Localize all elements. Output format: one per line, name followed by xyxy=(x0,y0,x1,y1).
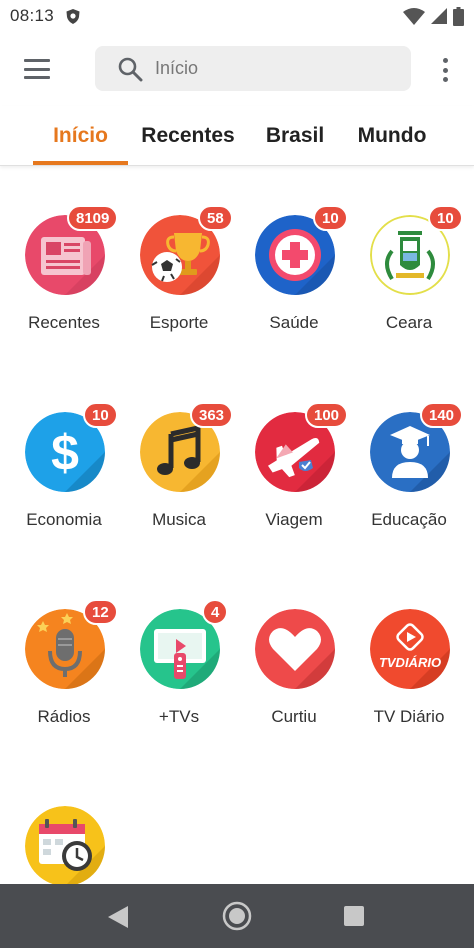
category-tv-diario[interactable]: TVDIÁRIO TV Diário xyxy=(350,609,468,749)
category-label: TV Diário xyxy=(373,707,445,726)
status-icons xyxy=(403,6,464,26)
count-badge: 10 xyxy=(83,402,118,428)
category-radios[interactable]: 12 Rádios xyxy=(5,599,123,749)
heart-icon xyxy=(255,609,335,689)
category-economia[interactable]: $ 10 Economia xyxy=(5,402,123,552)
search-bar[interactable] xyxy=(95,46,411,91)
tv-diario-logo-icon: TVDIÁRIO xyxy=(370,609,450,689)
category-tvs[interactable]: 4 +TVs xyxy=(120,599,238,749)
count-badge: 100 xyxy=(305,402,349,428)
count-badge: 363 xyxy=(190,402,234,428)
category-recentes[interactable]: 8109 Recentes xyxy=(5,205,123,355)
tv-diario-logo-text: TVDIÁRIO xyxy=(379,655,441,670)
category-label: Educação xyxy=(371,510,447,529)
tab-mundo[interactable]: Mundo xyxy=(350,106,434,166)
more-vert-icon[interactable] xyxy=(436,56,454,84)
back-triangle-icon[interactable] xyxy=(107,905,129,929)
recents-square-icon[interactable] xyxy=(344,906,364,926)
category-ceara[interactable]: 10 Ceara xyxy=(350,205,468,355)
tab-recentes[interactable]: Recentes xyxy=(138,106,238,166)
search-input[interactable] xyxy=(155,58,375,79)
active-tab-indicator xyxy=(33,161,128,165)
status-time: 08:13 xyxy=(10,6,55,25)
search-icon xyxy=(118,57,143,81)
svg-text:$: $ xyxy=(51,425,79,481)
count-badge: 4 xyxy=(202,599,229,625)
system-nav-bar xyxy=(0,884,474,948)
shield-icon xyxy=(66,8,80,24)
calendar-clock-icon xyxy=(25,806,105,886)
tab-bar: Início Recentes Brasil Mundo xyxy=(0,106,474,166)
count-badge: 8109 xyxy=(67,205,119,231)
wifi-icon xyxy=(403,7,425,25)
signal-icon xyxy=(431,8,447,24)
category-curtiu[interactable]: Curtiu xyxy=(235,609,353,749)
battery-icon xyxy=(453,6,464,26)
count-badge: 140 xyxy=(420,402,464,428)
category-esporte[interactable]: 58 Esporte xyxy=(120,205,238,355)
tab-inicio[interactable]: Início xyxy=(33,106,128,166)
count-badge: 10 xyxy=(313,205,348,231)
category-saude[interactable]: 10 Saúde xyxy=(235,205,353,355)
status-bar: 08:13 xyxy=(0,0,474,32)
hamburger-menu-icon[interactable] xyxy=(20,54,54,84)
category-educacao[interactable]: 140 Educação xyxy=(350,402,468,552)
top-bar xyxy=(0,32,474,106)
category-musica[interactable]: 363 Musica xyxy=(120,402,238,552)
category-viagem[interactable]: 100 Viagem xyxy=(235,402,353,552)
tab-brasil[interactable]: Brasil xyxy=(255,106,335,166)
count-badge: 58 xyxy=(198,205,233,231)
count-badge: 10 xyxy=(428,205,463,231)
home-circle-icon[interactable] xyxy=(222,901,252,931)
category-label: Ceara xyxy=(385,313,433,332)
count-badge: 12 xyxy=(83,599,118,625)
